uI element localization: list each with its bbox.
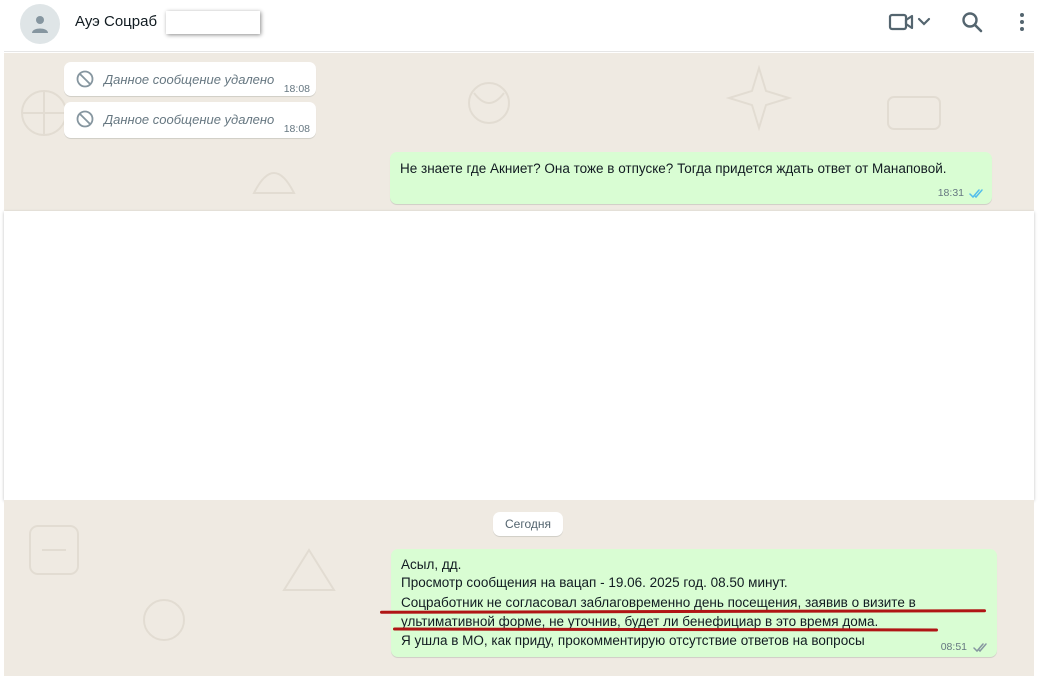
outgoing-message[interactable]: Не знаете где Акниет? Она тоже в отпуске…	[390, 152, 992, 204]
menu-icon[interactable]	[1012, 10, 1032, 34]
outgoing-message[interactable]: Асыл, дд. Просмотр сообщения на вацап - …	[391, 549, 997, 657]
redacted-box	[166, 11, 260, 34]
date-separator: Сегодня	[493, 512, 563, 536]
message-time: 18:08	[283, 123, 310, 135]
video-call-icon[interactable]	[888, 10, 936, 34]
blank-area	[4, 211, 1034, 500]
delivered-ticks-icon	[973, 643, 987, 653]
doodle-icon	[252, 172, 296, 194]
chevron-down-icon	[917, 17, 931, 26]
read-ticks-icon	[969, 189, 983, 199]
doodle-icon	[725, 64, 793, 132]
doodle-icon	[468, 82, 510, 124]
avatar-icon[interactable]	[20, 4, 60, 44]
message-time: 08:51	[940, 641, 967, 653]
deleted-message-text: Данное сообщение удалено	[104, 112, 275, 127]
ban-icon	[76, 110, 94, 128]
doodle-icon	[29, 525, 79, 575]
message-text: Не знаете где Акниет? Она тоже в отпуске…	[400, 161, 947, 176]
message-time: 18:31	[937, 187, 964, 199]
search-icon[interactable]	[960, 10, 984, 34]
ban-icon	[76, 70, 94, 88]
message-time: 18:08	[283, 83, 310, 95]
deleted-message[interactable]: Данное сообщение удалено 18:08	[64, 102, 316, 138]
message-line: Асыл, дд.	[401, 557, 462, 572]
deleted-message-text: Данное сообщение удалено	[104, 72, 275, 87]
deleted-message[interactable]: Данное сообщение удалено 18:08	[64, 62, 316, 96]
contact-name[interactable]: Ауэ Соцраб	[75, 13, 157, 30]
doodle-icon	[143, 599, 185, 641]
message-line: Я ушла в МО, как приду, прокомментирую о…	[401, 633, 865, 648]
message-line: Просмотр сообщения на вацап - 19.06. 202…	[401, 575, 788, 590]
doodle-icon	[282, 548, 336, 591]
chat-header: Ауэ Соцраб	[4, 0, 1034, 52]
message-line: Соцработник не согласовал заблаговременн…	[401, 595, 916, 610]
doodle-icon	[887, 96, 941, 130]
